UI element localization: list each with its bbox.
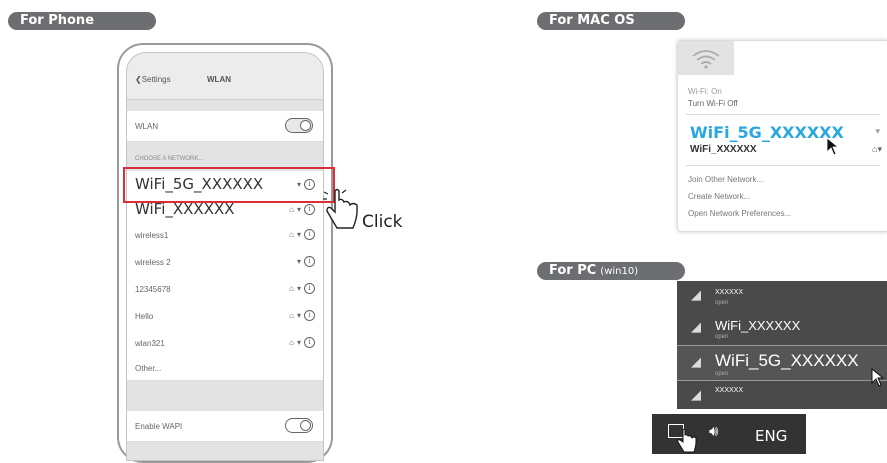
click-label: Click — [362, 212, 403, 232]
wifi-icon: ▾ — [296, 338, 301, 347]
wlan-toggle[interactable] — [285, 118, 313, 133]
network-item[interactable]: WiFi_XXXXXX — [690, 144, 757, 155]
wifi-icon: ▾ — [296, 284, 301, 293]
list-item[interactable]: 12345678 ⌂ ▾ i — [127, 275, 323, 303]
join-other-network-item[interactable]: Join Other Network... — [688, 175, 763, 184]
hand-pointer-icon — [323, 188, 358, 229]
mouse-cursor-icon — [871, 368, 885, 387]
wifi-icon: ▾ — [296, 311, 301, 320]
language-indicator[interactable]: ENG — [755, 427, 787, 445]
list-item[interactable]: Hello ⌂ ▾ i — [127, 302, 323, 330]
wifi-icon: ◢ — [691, 354, 701, 369]
wifi-icon: ▾ — [296, 230, 301, 239]
wifi-icon: ▾ — [296, 257, 301, 266]
section-header: CHOOSE A NETWORK... — [135, 156, 204, 162]
hand-pointer-icon — [677, 428, 697, 453]
wifi-icon: ◢ — [691, 287, 701, 302]
wifi-icon: ◢ — [691, 387, 701, 402]
list-item-selected[interactable]: ◢ WiFi_5G_XXXXXX open — [677, 345, 887, 381]
nav-bar: ❮Settings WLAN — [127, 53, 323, 100]
wifi-icon: ◢ — [691, 319, 701, 334]
phone-frame: ❮Settings WLAN WLAN CHOOSE A NETWORK... … — [117, 43, 333, 463]
turn-wifi-off-item[interactable]: Turn Wi-Fi Off — [688, 99, 738, 108]
wifi-status: Wi-Fi: On — [688, 87, 722, 96]
wifi-icon: ▾ — [296, 205, 301, 214]
for-phone-label: For Phone — [8, 12, 156, 30]
list-item[interactable]: wlan321 ⌂ ▾ i — [127, 329, 323, 357]
wlan-row: WLAN — [127, 111, 323, 142]
info-icon[interactable]: i — [304, 256, 315, 267]
other-network-item[interactable]: Other... — [127, 356, 323, 381]
lock-icon: ⌂▾ — [872, 144, 882, 154]
menubar-wifi[interactable] — [678, 41, 734, 75]
list-item[interactable]: wireless 2 ▾ i — [127, 248, 323, 276]
network-item-5g[interactable]: WiFi_5G_XXXXXX — [690, 123, 844, 142]
wapi-label: Enable WAPI — [135, 422, 183, 431]
wifi-icon: ▾ — [875, 126, 880, 136]
for-mac-label: For MAC OS — [537, 12, 685, 30]
mouse-cursor-icon — [826, 137, 840, 156]
back-button[interactable]: ❮Settings — [135, 75, 171, 84]
network-preferences-item[interactable]: Open Network Preferences... — [688, 209, 791, 218]
create-network-item[interactable]: Create Network... — [688, 192, 750, 201]
wifi-icon — [692, 50, 720, 69]
phone-screen: ❮Settings WLAN WLAN CHOOSE A NETWORK... … — [126, 52, 324, 461]
list-item[interactable]: ◢ XXXXXX open — [677, 281, 887, 312]
list-item[interactable]: wireless1 ⌂ ▾ i — [127, 221, 323, 249]
lock-icon: ⌂ — [289, 311, 294, 320]
list-item[interactable]: ◢ WiFi_XXXXXX open — [677, 312, 887, 343]
lock-icon: ⌂ — [289, 205, 294, 214]
info-icon[interactable]: i — [304, 283, 315, 294]
lock-icon: ⌂ — [289, 284, 294, 293]
lock-icon: ⌂ — [289, 338, 294, 347]
lock-icon: ⌂ — [289, 230, 294, 239]
wapi-toggle[interactable] — [285, 418, 313, 433]
highlight-box — [123, 167, 335, 203]
info-icon[interactable]: i — [304, 310, 315, 321]
page-title: WLAN — [207, 75, 231, 84]
list-item[interactable]: ◢ XXXXXX — [677, 380, 887, 411]
pc-wifi-list: ◢ XXXXXX open ◢ WiFi_XXXXXX open ◢ WiFi_… — [677, 281, 887, 409]
volume-icon[interactable]: 🔊︎ — [709, 423, 718, 440]
mac-wifi-menu: Wi-Fi: On Turn Wi-Fi Off WiFi_5G_XXXXXX … — [677, 40, 887, 232]
wapi-row: Enable WAPI — [127, 411, 323, 442]
info-icon[interactable]: i — [304, 337, 315, 348]
info-icon[interactable]: i — [304, 229, 315, 240]
info-icon[interactable]: i — [304, 204, 315, 215]
wlan-label: WLAN — [135, 122, 159, 131]
for-pc-label: For PC (win10) — [537, 262, 685, 280]
